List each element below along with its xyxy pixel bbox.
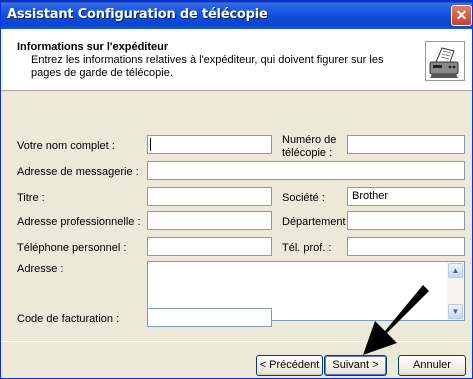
title-label: Titre : (17, 192, 45, 204)
scroll-down-icon[interactable]: ▼ (448, 304, 463, 319)
back-button[interactable]: < Précédent (256, 355, 323, 376)
home-phone-label: Téléphone personnel : (17, 242, 127, 254)
work-address-input[interactable] (147, 211, 272, 230)
text-cursor (150, 138, 151, 151)
fax-number-input[interactable] (347, 135, 465, 154)
full-name-input[interactable] (147, 135, 272, 154)
full-name-label: Votre nom complet : (17, 140, 115, 152)
fax-wizard-window: Assistant Configuration de télécopie ✕ I… (0, 0, 473, 379)
title-input[interactable] (147, 187, 272, 206)
company-input[interactable]: Brother (347, 187, 465, 206)
department-label: Département : (282, 216, 352, 228)
work-phone-label: Tél. prof. : (282, 242, 332, 254)
pointer-arrow-icon (363, 285, 429, 355)
fax-number-label: Numéro de télécopie : (282, 134, 337, 159)
address-scrollbar[interactable]: ▲ ▼ (447, 262, 464, 320)
email-input[interactable] (147, 161, 465, 180)
close-button[interactable]: ✕ (451, 5, 472, 26)
window-title: Assistant Configuration de télécopie (7, 7, 268, 22)
work-address-label: Adresse professionnelle : (17, 216, 141, 228)
header-title: Informations sur l'expéditeur (17, 41, 169, 53)
header-description: Entrez les informations relatives à l'ex… (31, 54, 384, 79)
address-label: Adresse : (17, 263, 64, 275)
billing-code-input[interactable] (147, 308, 272, 327)
title-bar[interactable]: Assistant Configuration de télécopie ✕ (1, 1, 472, 29)
scroll-up-icon[interactable]: ▲ (448, 263, 463, 278)
company-label: Société : (282, 192, 325, 204)
wizard-header: Informations sur l'expéditeur Entrez les… (1, 29, 472, 91)
close-icon: ✕ (455, 7, 468, 23)
department-input[interactable] (347, 211, 465, 230)
billing-code-label: Code de facturation : (17, 313, 120, 325)
home-phone-input[interactable] (147, 237, 272, 256)
fax-machine-icon (425, 41, 465, 81)
email-label: Adresse de messagerie : (17, 166, 139, 178)
work-phone-input[interactable] (347, 237, 465, 256)
